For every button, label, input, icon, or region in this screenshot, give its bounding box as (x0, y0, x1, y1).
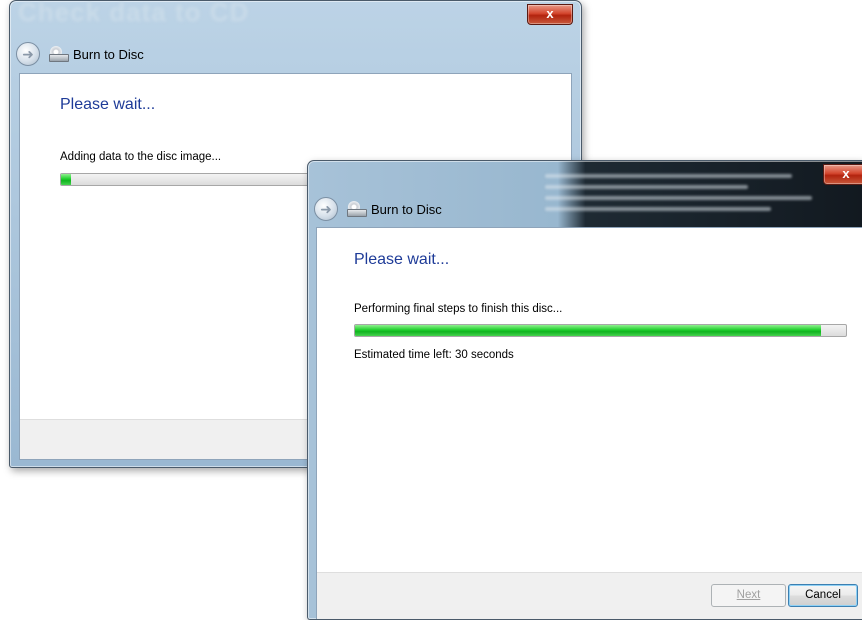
navigation-bar: ➜ Burn to Disc (308, 193, 862, 225)
close-button[interactable]: x (527, 4, 573, 25)
close-icon: x (546, 6, 554, 21)
burn-disc-icon (49, 46, 69, 62)
burn-to-disc-window-front: x ➜ Burn to Disc Please wait... Performi… (307, 160, 862, 620)
time-left-text: Estimated time left: 30 seconds (354, 349, 514, 361)
wizard-title: Burn to Disc (73, 46, 144, 62)
burn-disc-icon (347, 201, 367, 217)
cancel-button[interactable]: Cancel (788, 584, 858, 607)
page-heading: Please wait... (354, 251, 450, 268)
navigation-bar: ➜ Burn to Disc (10, 38, 581, 70)
wizard-content: Please wait... Performing final steps to… (316, 227, 862, 619)
status-text: Performing final steps to finish this di… (354, 303, 563, 315)
wizard-title: Burn to Disc (371, 201, 442, 217)
window-title: Check data to CD (18, 0, 250, 27)
page-heading: Please wait... (60, 96, 156, 113)
back-arrow-icon: ➜ (22, 46, 34, 62)
back-button[interactable]: ➜ (314, 197, 338, 221)
status-text: Adding data to the disc image... (60, 151, 222, 163)
back-button[interactable]: ➜ (16, 42, 40, 66)
wizard-footer: Next Cancel (317, 572, 862, 619)
progress-fill (355, 325, 822, 336)
progress-bar (354, 324, 847, 337)
close-button[interactable]: x (823, 164, 862, 185)
next-button[interactable]: Next (711, 584, 786, 607)
back-arrow-icon: ➜ (320, 201, 332, 217)
progress-fill (61, 174, 71, 185)
close-icon: x (842, 166, 850, 181)
